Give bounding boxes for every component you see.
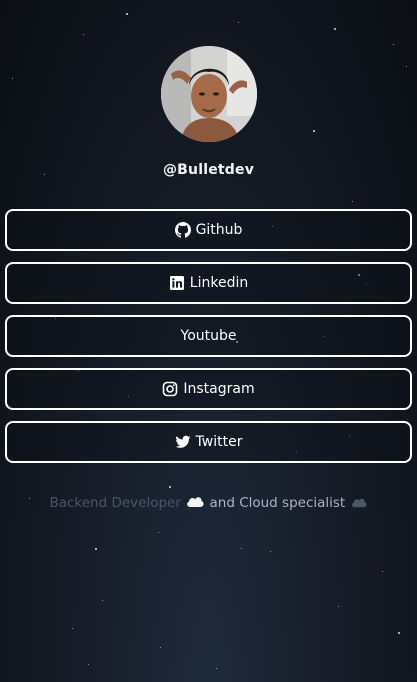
linkedin-icon <box>169 275 185 291</box>
github-link-button[interactable]: Github <box>5 209 412 251</box>
profile-handle: @Bulletdev <box>162 162 255 178</box>
linkedin-link-button[interactable]: Linkedin <box>5 262 412 304</box>
github-link-label: Github <box>195 222 243 238</box>
instagram-icon <box>162 381 178 397</box>
twitter-icon <box>175 434 191 450</box>
avatar <box>161 46 257 142</box>
instagram-link-label: Instagram <box>183 381 255 397</box>
tagline-specialty: and Cloud specialist <box>209 495 346 511</box>
linkedin-link-label: Linkedin <box>189 275 249 291</box>
link-list: Github Linkedin Youtube Instagram Twitte… <box>5 209 412 474</box>
cloud-icon <box>350 495 368 513</box>
youtube-link-button[interactable]: Youtube <box>5 315 412 357</box>
tagline: Backend Developer and Cloud specialist <box>0 493 417 513</box>
youtube-link-label: Youtube <box>180 328 237 344</box>
github-icon <box>174 222 191 238</box>
twitter-link-button[interactable]: Twitter <box>5 421 412 463</box>
tagline-role: Backend Developer <box>49 495 181 511</box>
instagram-link-button[interactable]: Instagram <box>5 368 412 410</box>
cloud-emoji-icon <box>185 493 205 513</box>
twitter-link-label: Twitter <box>195 434 243 450</box>
